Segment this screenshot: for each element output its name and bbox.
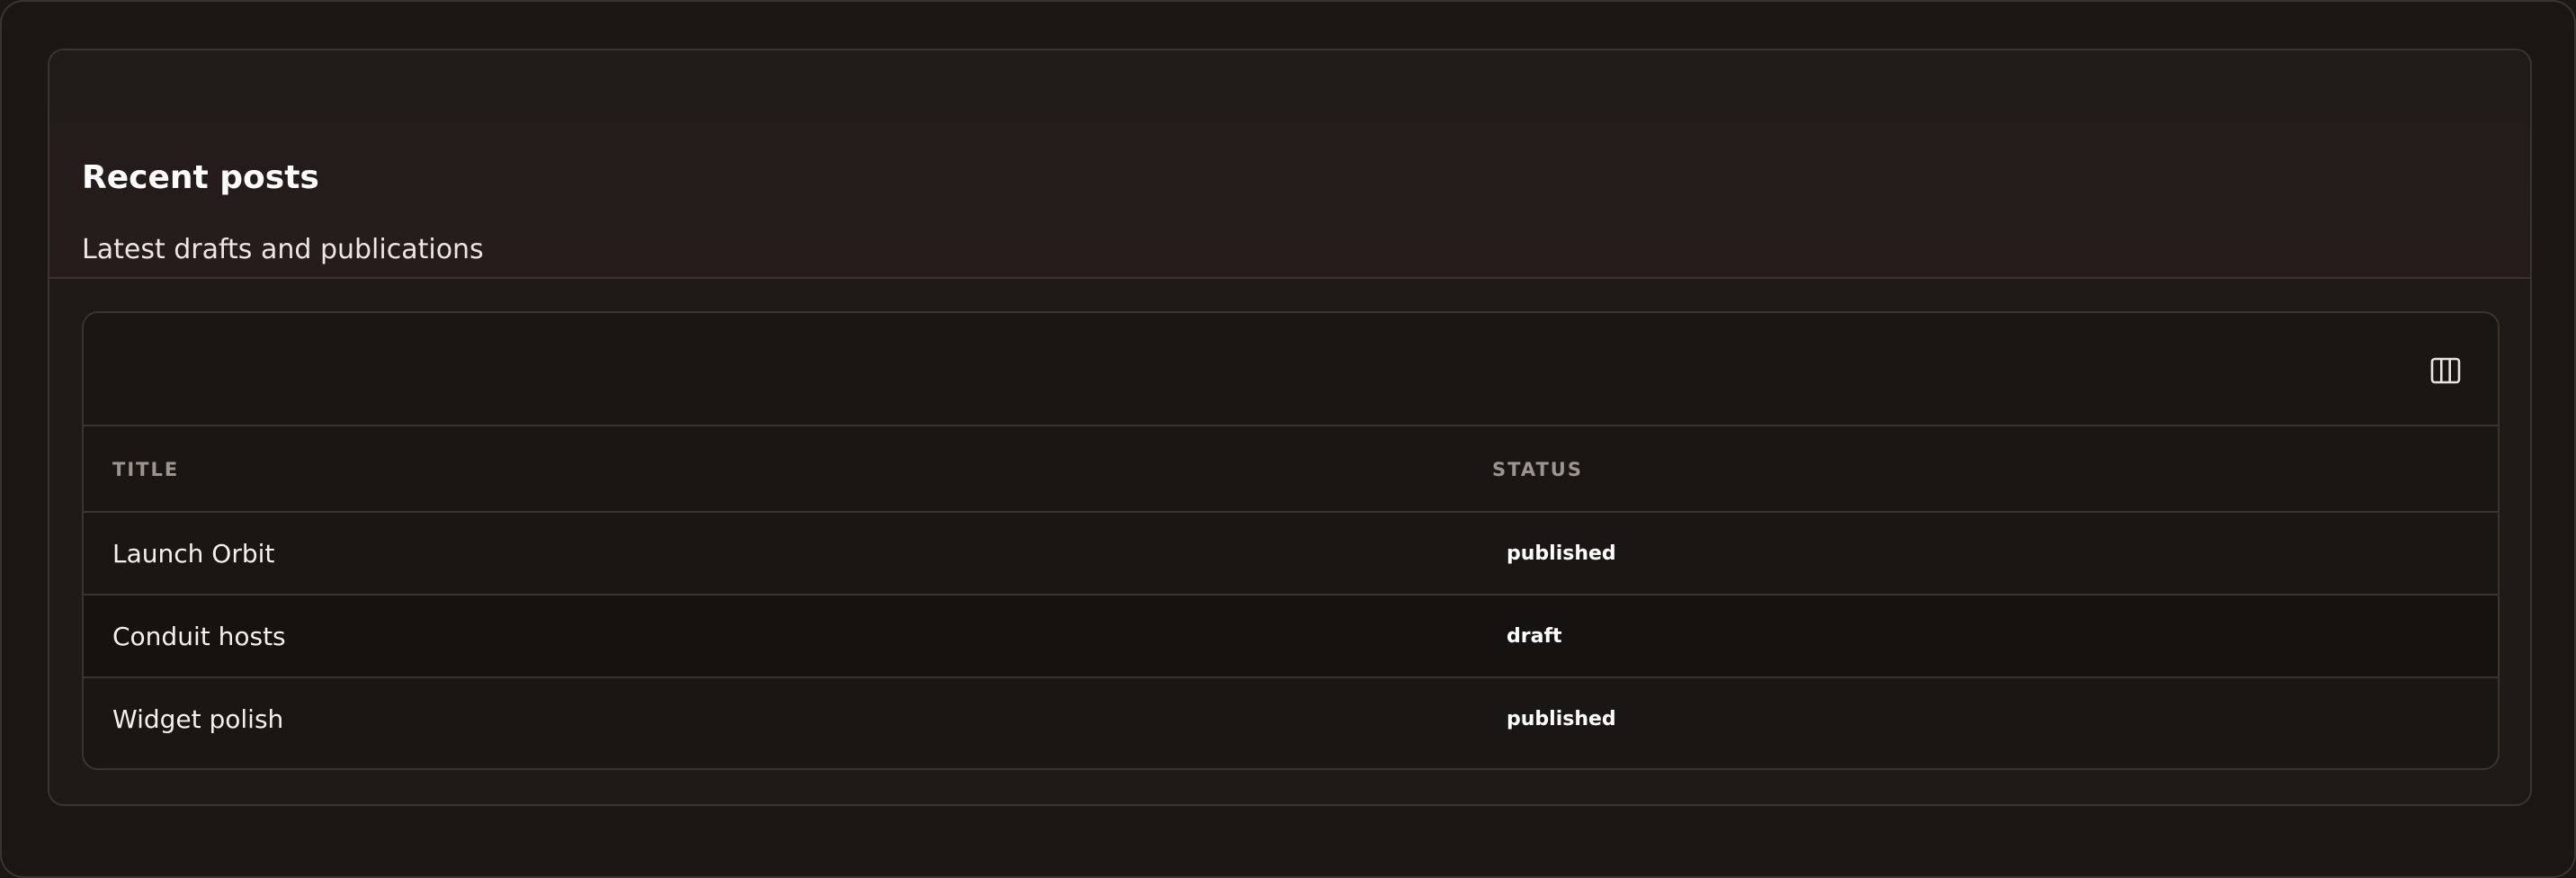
table-row[interactable]: Launch Orbit published: [84, 513, 2498, 596]
table-toolbar: [84, 313, 2498, 426]
card-title: Recent posts: [82, 159, 319, 196]
card-subtitle: Latest drafts and publications: [82, 234, 484, 265]
table-row[interactable]: Conduit hosts draft: [84, 596, 2498, 678]
table-header-row: TITLE STATUS: [84, 426, 2498, 513]
recent-posts-card: Recent posts Latest drafts and publicati…: [48, 49, 2532, 806]
post-title-cell: Launch Orbit: [112, 539, 275, 569]
status-badge: published: [1507, 542, 1616, 565]
table-row[interactable]: Widget polish published: [84, 678, 2498, 761]
column-header-status[interactable]: STATUS: [1492, 426, 1583, 513]
status-badge: published: [1507, 708, 1616, 730]
app-frame: Recent posts Latest drafts and publicati…: [0, 0, 2576, 878]
columns-toggle-button[interactable]: [2428, 353, 2464, 389]
card-header: Recent posts Latest drafts and publicati…: [49, 50, 2530, 279]
post-title-cell: Widget polish: [112, 704, 284, 734]
posts-table: TITLE STATUS Launch Orbit published Cond…: [82, 311, 2500, 770]
columns-icon: [2430, 357, 2461, 384]
status-badge: draft: [1507, 625, 1562, 648]
post-title-cell: Conduit hosts: [112, 622, 286, 651]
column-header-title[interactable]: TITLE: [112, 426, 179, 513]
